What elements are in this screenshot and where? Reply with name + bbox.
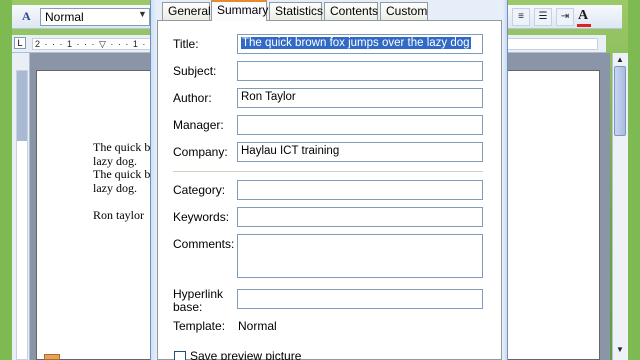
tab-contents[interactable]: Contents	[324, 2, 378, 20]
style-dropdown[interactable]: Normal	[40, 8, 150, 26]
tab-custom[interactable]: Custom	[380, 2, 428, 20]
tab-summary[interactable]: Summary	[211, 0, 268, 21]
keywords-label: Keywords:	[173, 210, 230, 224]
hyperlink-base-field[interactable]	[237, 289, 483, 309]
author-label: Author:	[173, 91, 212, 105]
indent-icon[interactable]: ⇥	[556, 8, 574, 26]
align-icon[interactable]: ≡	[512, 8, 530, 26]
bullets-icon[interactable]: ☰	[534, 8, 552, 26]
author-field[interactable]: Ron Taylor	[237, 88, 483, 108]
category-field[interactable]	[237, 180, 483, 200]
category-label: Category:	[173, 183, 226, 197]
comments-label: Comments:	[173, 237, 235, 251]
scrollbar-thumb[interactable]	[614, 66, 626, 136]
hyperlink-label: Hyperlink	[173, 287, 224, 301]
document-body-text[interactable]: The quick b lazy dog. The quick b lazy d…	[93, 141, 153, 222]
title-selected-text[interactable]: The quick brown fox jumps over the lazy …	[241, 37, 471, 49]
scroll-down-icon[interactable]: ▼	[614, 344, 626, 356]
subject-label: Subject:	[173, 64, 217, 78]
comments-field[interactable]	[237, 234, 483, 278]
tab-selector[interactable]: L	[14, 37, 26, 49]
subject-field[interactable]	[237, 61, 483, 81]
title-label: Title:	[173, 37, 199, 51]
title-field[interactable]: The quick brown fox jumps over the lazy …	[237, 34, 483, 54]
company-field[interactable]: Haylau ICT training	[237, 142, 483, 162]
tab-general[interactable]: General	[162, 2, 211, 20]
hyperlink-label-base: base:	[173, 300, 203, 314]
template-value: Normal	[238, 319, 277, 333]
font-color-swatch	[577, 24, 591, 27]
section-divider	[173, 171, 483, 172]
vertical-ruler-margin	[17, 71, 27, 141]
chevron-down-icon[interactable]: ▼	[138, 9, 147, 19]
keywords-field[interactable]	[237, 207, 483, 227]
save-preview-checkbox[interactable]	[174, 351, 186, 360]
manager-label: Manager:	[173, 118, 224, 132]
template-label: Template:	[173, 319, 226, 333]
toolbar-right-group: ≡ ☰ ⇥	[512, 8, 616, 26]
manager-field[interactable]	[237, 115, 483, 135]
styles-icon[interactable]: A	[22, 9, 31, 24]
save-preview-label[interactable]: Save preview picture	[190, 349, 301, 360]
scroll-up-icon[interactable]: ▲	[614, 54, 626, 66]
tab-statistics[interactable]: Statistics	[269, 2, 323, 20]
font-color-icon[interactable]: A	[578, 8, 588, 24]
company-label: Company:	[173, 145, 228, 159]
taskbar-icon[interactable]	[44, 354, 60, 360]
